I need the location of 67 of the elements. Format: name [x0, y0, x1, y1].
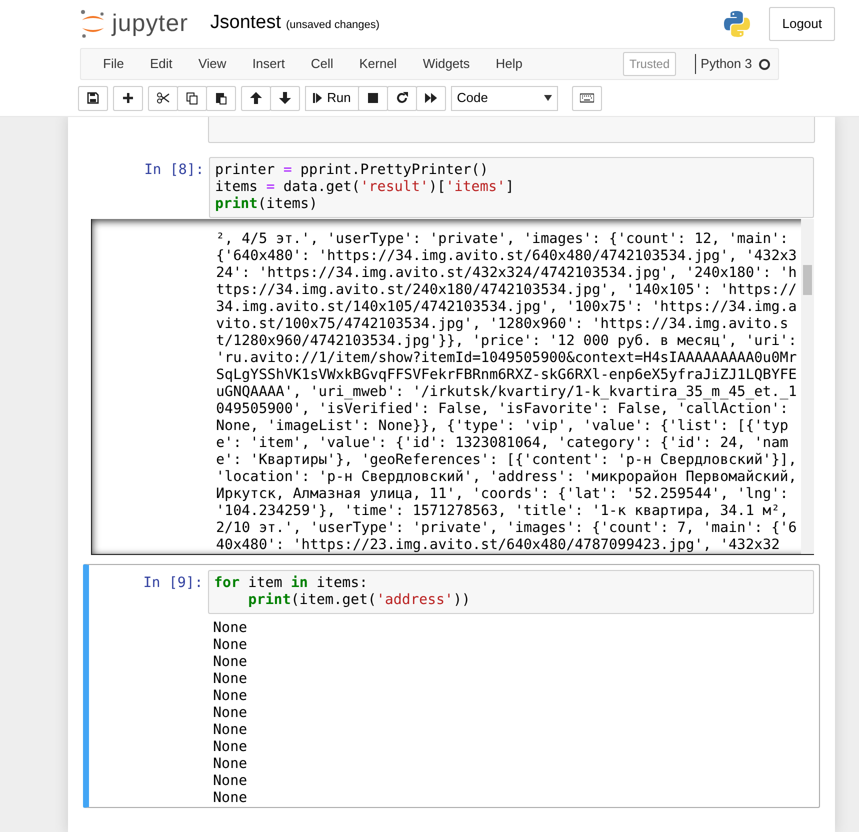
- restart-icon[interactable]: [386, 86, 417, 110]
- menu-item[interactable]: Cell: [300, 48, 344, 80]
- scissors-icon[interactable]: [148, 86, 178, 110]
- cell-type-dropdown[interactable]: Code: [450, 86, 558, 110]
- output-line: 2/10 эт.', 'userType': 'private', 'images': {'count': 7, 'main': {'6: [216, 520, 798, 537]
- input-prompt: In [9]:: [142, 574, 204, 593]
- output-line: t/1280x960/4742103534.jpg'}}, 'price': '12 000 руб. в месяц', 'uri':: [216, 333, 798, 350]
- logout-button[interactable]: Logout: [769, 6, 835, 40]
- input-prompt: In [8]:: [143, 161, 205, 180]
- code-editor[interactable]: for item in items: print(item.get('address')): [208, 570, 814, 614]
- paste-icon[interactable]: [206, 86, 236, 110]
- output-line: None: [213, 620, 248, 637]
- fast-forward-icon[interactable]: [416, 86, 446, 110]
- jupyter-logo-icon: [80, 8, 106, 38]
- kernel-name: Python 3: [700, 55, 752, 74]
- notebook-name[interactable]: Jsontest: [210, 9, 282, 38]
- play-icon: [313, 92, 323, 104]
- output-line: vito.st/100x75/4742103534.jpg', '1280x960': 'https://34.img.avito.s: [216, 316, 790, 333]
- output-line: uGNQAAAA', 'uri_mweb': '/irkutsk/kvartiry/1-k_kvartira_35_m_45_et._1: [216, 384, 798, 401]
- output-line: e': 'item', 'value': {'id': 1323081064, 'category': {'id': 24, 'nam: [216, 435, 790, 452]
- output-line: Иркутск, Алмазная улица, 11', 'coords': {'lat': '52.259544', 'lng':: [216, 486, 790, 503]
- copy-icon[interactable]: [177, 86, 207, 110]
- menu-item[interactable]: Widgets: [412, 48, 480, 80]
- output-line: None: [213, 773, 248, 790]
- output-line: 24': 'https://34.img.avito.st/432x324/4742103534.jpg', '240x180': 'h: [216, 265, 798, 282]
- menu-item[interactable]: Edit: [140, 48, 182, 80]
- output-line: None: [213, 654, 248, 671]
- output-line: SqLgYSShVK1sVWxkBGvqFFSVFekrFBRnm6RXZ-skG6RXl-enp6eX5yfraJiZJ1LQBYFE: [216, 367, 798, 384]
- run-button[interactable]: Run: [305, 86, 359, 110]
- plus-icon[interactable]: [113, 86, 143, 110]
- output-line: None, 'imageList': None}}, {'type': 'vip', 'value': {'list': [{'typ: [216, 418, 790, 435]
- menu-item[interactable]: Kernel: [349, 48, 407, 80]
- arrow-up-icon[interactable]: [241, 86, 271, 110]
- save-status: (unsaved changes): [286, 18, 380, 34]
- logo-text: jupyter: [112, 12, 188, 36]
- menu-item[interactable]: View: [188, 48, 236, 80]
- output-line: ttps://34.img.avito.st/240x180/4742103534.jpg', '140x105': 'https://: [216, 282, 798, 299]
- output-line: None: [213, 722, 248, 739]
- menu-item[interactable]: File: [93, 48, 134, 80]
- selected-cell[interactable]: In [9]: for item in items: print(item.get('address')) None None None None None None None None None None None: [83, 564, 820, 808]
- arrow-down-icon[interactable]: [270, 86, 300, 110]
- menu-item[interactable]: Help: [486, 48, 533, 80]
- output-line: None: [213, 671, 248, 688]
- output-line: 40x480': 'https://23.img.avito.st/640x480/4787099423.jpg', '432x32: [216, 537, 781, 554]
- output-line: ², 4/5 эт.', 'userType': 'private', 'images': {'count': 12, 'main':: [216, 231, 790, 248]
- output-line: 'ru.avito://1/item/show?itemId=1049505900&context=H4sIAAAAAAAAA0u0Mr: [216, 350, 798, 367]
- output-line: None: [213, 705, 248, 722]
- trusted-indicator[interactable]: Trusted: [623, 52, 676, 76]
- keyboard-icon[interactable]: [572, 86, 602, 110]
- output-line: None: [213, 790, 248, 807]
- python-logo-icon: [723, 10, 752, 38]
- output-line: 049505900', 'isVerified': False, 'isFavorite': False, 'callAction':: [216, 401, 790, 418]
- menu-item[interactable]: Insert: [242, 48, 295, 80]
- code-editor[interactable]: printer = pprint.PrettyPrinter() items = data.get('result')['items'] print(items): [209, 157, 814, 218]
- output-line: '104.234259'}, 'time': 1571278563, 'title': '1-к квартира, 34.1 м²,: [216, 503, 790, 520]
- stop-icon[interactable]: [358, 86, 388, 110]
- scrollbar[interactable]: [801, 219, 814, 554]
- output-line: None: [213, 637, 248, 654]
- output-line: 'location': 'р-н Свердловский', 'address': 'микрорайон Первомайский,: [216, 469, 798, 486]
- output-line: None: [213, 688, 248, 705]
- output-line: {'640x480': 'https://34.img.avito.st/640x480/4742103534.jpg', '432x3: [216, 248, 798, 265]
- caret-icon: [544, 95, 552, 101]
- save-icon[interactable]: [78, 86, 108, 110]
- output-line: None: [213, 756, 248, 773]
- output-line: None: [213, 739, 248, 756]
- output-line: 34.img.avito.st/140x105/4742103534.jpg', '100x75': 'https://34.img.a: [216, 299, 798, 316]
- output-line: e': 'Квартиры'}, 'geoReferences': [{'content': 'р-н Свердловский'}],: [216, 452, 798, 469]
